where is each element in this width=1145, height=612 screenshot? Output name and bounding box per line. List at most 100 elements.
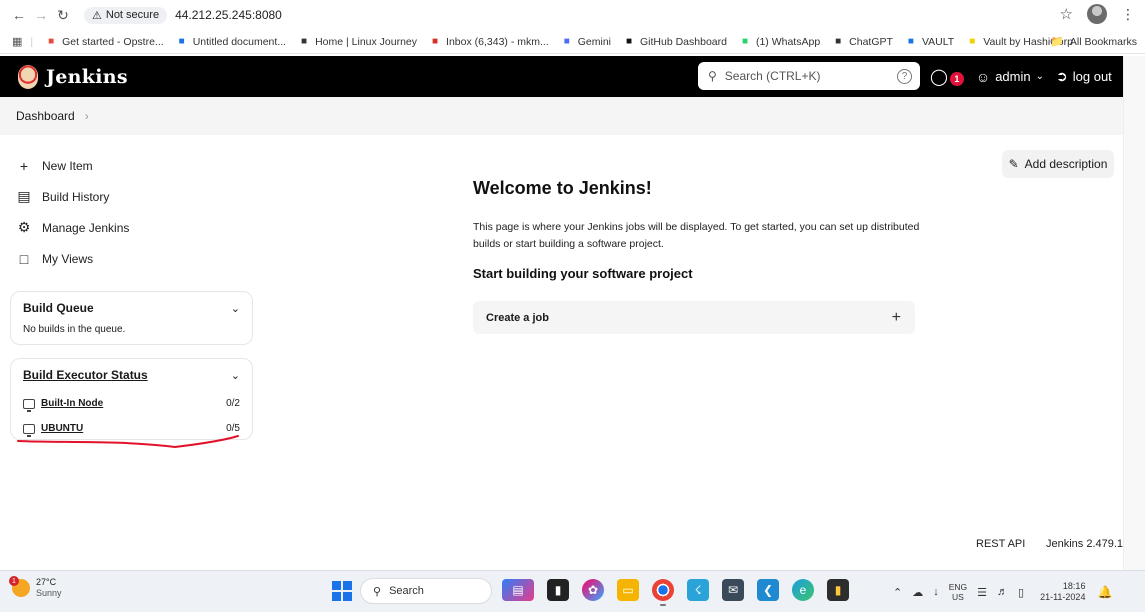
add-description-button[interactable]: ✎ Add description <box>1002 150 1114 178</box>
page-side-strip <box>1123 56 1145 570</box>
task-build-history[interactable]: ▤ Build History <box>16 181 256 212</box>
photos-app-icon[interactable]: ▤ <box>502 579 534 601</box>
apps-grid-icon[interactable]: ▦ <box>12 35 22 48</box>
file-explorer-icon[interactable]: ▭ <box>617 579 639 601</box>
task-new-item[interactable]: + New Item <box>16 150 256 181</box>
cloud-icon[interactable]: ☁ <box>912 586 923 599</box>
executor-status-pane: Build Executor Status ⌄ Built-In Node 0/… <box>10 358 253 440</box>
version-link[interactable]: Jenkins 2.479.1 <box>1046 538 1123 550</box>
clock-date: 21-11-2024 <box>1040 592 1086 602</box>
chevron-up-icon[interactable]: ⌃ <box>893 586 902 599</box>
warning-icon: ⚠ <box>92 9 102 22</box>
security-label: Not secure <box>105 9 160 21</box>
jenkins-logo-icon <box>18 64 38 89</box>
start-building-heading: Start building your software project <box>473 266 693 281</box>
search-icon: ⚲ <box>373 585 382 598</box>
chevron-right-icon[interactable]: › <box>85 109 89 123</box>
reload-icon[interactable]: ↻ <box>52 4 74 26</box>
bookmark-item[interactable]: ■ ChatGPT <box>832 36 893 48</box>
bookmark-label: Get started - Opstre... <box>62 35 164 48</box>
volume-icon[interactable]: ♬ <box>997 586 1008 598</box>
create-job-button[interactable]: Create a job + <box>473 301 915 334</box>
language-indicator[interactable]: ENG US <box>949 582 967 602</box>
weather-widget[interactable]: 1 27°C Sunny <box>9 576 62 599</box>
taskbar-search[interactable]: ⚲ Search <box>360 578 492 604</box>
node-link[interactable]: UBUNTU <box>23 423 84 437</box>
build-queue-title: Build Queue <box>23 301 94 315</box>
search-box[interactable]: ⚲ Search (CTRL+K) ? <box>698 62 920 90</box>
computer-icon <box>23 423 35 437</box>
usb-icon[interactable]: ↓ <box>933 586 939 598</box>
chevron-down-icon: ⌄ <box>1035 71 1045 82</box>
pencil-icon: ✎ <box>1008 157 1019 171</box>
security-alerts[interactable]: ◯ 1 <box>930 67 964 87</box>
back-icon[interactable]: ← <box>8 4 30 26</box>
side-tasks: + New Item ▤ Build History ⚙ Manage Jenk… <box>16 150 256 274</box>
url-text[interactable]: 44.212.25.245:8080 <box>175 8 282 22</box>
network-app-icon[interactable]: ☇ <box>687 579 709 601</box>
mail-app-icon[interactable]: ✉ <box>722 579 744 601</box>
docs-icon: ■ <box>907 36 914 47</box>
chevron-down-icon[interactable]: ⌄ <box>231 369 240 382</box>
task-my-views[interactable]: □ My Views <box>16 243 256 274</box>
breadcrumb: Dashboard › <box>0 97 1123 135</box>
taskbar-search-label: Search <box>389 585 424 597</box>
node-link[interactable]: Built-In Node <box>23 398 103 412</box>
bookmark-item[interactable]: ■ Gemini <box>561 36 611 48</box>
bookmark-item[interactable]: ■ GitHub Dashboard <box>623 36 727 48</box>
black-app-icon[interactable]: ▮ <box>547 579 569 601</box>
menu-icon[interactable]: ⋮ <box>1121 6 1135 23</box>
edge-icon[interactable]: e <box>792 579 814 601</box>
wifi-icon[interactable]: ☰ <box>977 586 987 599</box>
bookmark-label: Untitled document... <box>192 35 287 48</box>
gemini-icon: ■ <box>563 36 570 47</box>
address-bar[interactable]: ⚠ Not secure 44.212.25.245:8080 <box>84 4 282 26</box>
create-job-label: Create a job <box>486 311 549 324</box>
folder-icon: 📁 <box>1050 36 1064 48</box>
bookmark-label: GitHub Dashboard <box>640 35 727 48</box>
windows-start-icon[interactable] <box>332 581 352 601</box>
user-icon: ☺ <box>975 68 991 85</box>
chevron-down-icon[interactable]: ⌄ <box>231 302 240 315</box>
weather-badge: 1 <box>9 576 19 586</box>
bookmark-item[interactable]: ■ VAULT <box>905 36 954 48</box>
rest-api-link[interactable]: REST API <box>976 538 1025 550</box>
jenkins-title: Jenkins <box>46 65 128 88</box>
user-menu[interactable]: ☺ admin ⌄ <box>976 69 1044 85</box>
user-name: admin <box>995 69 1031 84</box>
logout-link[interactable]: ➲ log out <box>1056 68 1112 85</box>
build-queue-empty: No builds in the queue. <box>23 324 126 335</box>
star-icon[interactable]: ☆ <box>1060 5 1073 23</box>
bookmark-item[interactable]: ■ Untitled document... <box>176 36 286 48</box>
alert-badge: 1 <box>949 71 964 86</box>
bookmarks-bar: ▦ | ■ Get started - Opstre... ■ Untitled do… <box>0 30 1145 54</box>
terminal-icon[interactable]: ▮ <box>827 579 849 601</box>
vscode-icon[interactable]: ❮ <box>757 579 779 601</box>
bookmark-item[interactable]: ■ Home | Linux Journey <box>298 36 417 48</box>
bookmark-item[interactable]: ■ Inbox (6,343) - mkm... <box>429 36 549 48</box>
help-icon[interactable]: ? <box>897 68 912 84</box>
all-bookmarks[interactable]: 📁 All Bookmarks <box>1050 35 1137 49</box>
bookmark-item[interactable]: ■ (1) WhatsApp <box>739 36 820 48</box>
build-queue-header[interactable]: Build Queue ⌄ <box>11 292 252 324</box>
teams-app-icon[interactable]: ✿ <box>582 579 604 601</box>
task-label: New Item <box>42 158 93 173</box>
forward-icon[interactable]: → <box>30 4 52 26</box>
executor-status-header[interactable]: Build Executor Status ⌄ <box>11 359 252 391</box>
battery-icon[interactable]: ▯ <box>1018 586 1024 599</box>
search-icon: ⚲ <box>708 69 717 83</box>
security-chip[interactable]: ⚠ Not secure <box>84 6 168 24</box>
breadcrumb-dashboard[interactable]: Dashboard <box>16 109 75 123</box>
node-name: UBUNTU <box>41 423 84 434</box>
profile-avatar[interactable] <box>1087 4 1107 24</box>
chrome-icon[interactable] <box>652 579 674 606</box>
jenkins-home-link[interactable]: Jenkins <box>18 64 128 89</box>
clock[interactable]: 18:16 21-11-2024 <box>1040 581 1085 603</box>
executor-status-title[interactable]: Build Executor Status <box>23 368 148 382</box>
task-label: Build History <box>42 189 110 204</box>
welcome-heading: Welcome to Jenkins! <box>473 178 652 198</box>
bookmark-item[interactable]: ■ Get started - Opstre... <box>45 36 164 48</box>
task-manage-jenkins[interactable]: ⚙ Manage Jenkins <box>16 212 256 243</box>
notification-bell-icon[interactable]: 🔔 <box>1097 585 1112 599</box>
bookmark-label: Gemini <box>577 35 611 48</box>
